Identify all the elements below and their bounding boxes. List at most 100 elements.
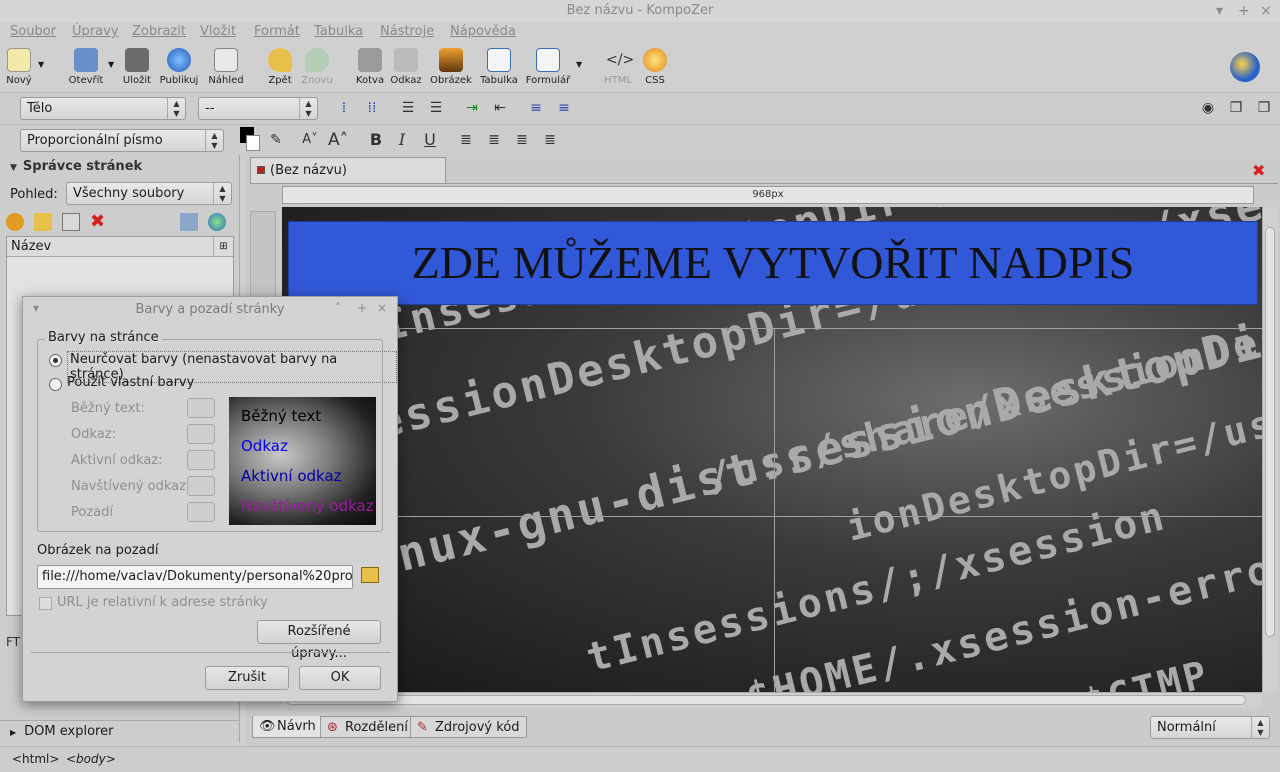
menu-format[interactable]: Formát — [254, 24, 300, 39]
font-larger-icon[interactable]: A˄ — [328, 130, 348, 150]
font-smaller-icon[interactable]: A˅ — [300, 130, 320, 150]
close-tab-icon[interactable]: ✖ — [1252, 161, 1265, 180]
form-dropdown-icon[interactable]: ▼ — [576, 60, 582, 69]
menu-edit[interactable]: Úpravy — [72, 24, 118, 39]
maximize-icon[interactable]: + — [1238, 0, 1250, 22]
vertical-scrollbar[interactable] — [1262, 207, 1278, 692]
highlight-pen-icon[interactable]: ✎ — [266, 130, 286, 150]
background-color-swatch[interactable] — [246, 135, 260, 151]
document-tab[interactable]: (Bez názvu) — [250, 157, 446, 183]
status-body-tag[interactable]: <body> — [66, 747, 116, 771]
menu-table[interactable]: Tabulka — [314, 24, 363, 39]
paragraph-marks-icon[interactable]: ⁞⁞ — [362, 98, 382, 118]
edit-site-icon[interactable] — [62, 213, 80, 231]
link-color-button[interactable] — [187, 424, 215, 444]
menu-view[interactable]: Zobrazit — [132, 24, 186, 39]
radio-custom-label[interactable]: Použít vlastní barvy — [67, 375, 194, 390]
align-horizontal-icon[interactable]: ≡ — [554, 98, 574, 118]
link-chain-icon — [394, 48, 418, 72]
class-select[interactable]: -- ▲ ▼ — [198, 97, 318, 120]
new-icon — [7, 48, 31, 72]
form-button[interactable]: Formulář — [524, 48, 572, 86]
site-manager-header[interactable]: ▼ Správce stránek — [0, 155, 240, 179]
open-dropdown-icon[interactable]: ▼ — [108, 60, 114, 69]
bulleted-list-icon[interactable]: ☰ — [426, 98, 446, 118]
align-vertical-icon[interactable]: ≡ — [526, 98, 546, 118]
font-select[interactable]: Proporcionální písmo ▲ ▼ — [20, 129, 224, 152]
dialog-close-icon[interactable]: × — [377, 301, 387, 315]
dialog-menu-icon[interactable]: ▾ — [33, 301, 39, 315]
normal-text-color-button[interactable] — [187, 398, 215, 418]
publish-button[interactable]: Publikuj — [158, 48, 200, 86]
view-select[interactable]: Všechny soubory ▲ ▼ — [66, 182, 232, 205]
open-button[interactable]: Otevřít — [66, 48, 106, 86]
relative-url-label: URL je relativní k adrese stránky — [57, 595, 268, 610]
align-left-icon[interactable]: ≣ — [456, 130, 476, 150]
blocks-icon[interactable]: ⁞ — [334, 98, 354, 118]
visited-link-color-button[interactable] — [187, 476, 215, 496]
bring-forward-icon[interactable]: ❐ — [1226, 98, 1246, 118]
numbered-list-icon[interactable]: ☰ — [398, 98, 418, 118]
column-picker-icon[interactable]: ⊞ — [213, 237, 233, 256]
status-html-tag[interactable]: <html> — [12, 747, 59, 771]
bg-image-url-input[interactable]: file:///home/vaclav/Dokumenty/personal%2… — [37, 565, 353, 589]
table-button[interactable]: Tabulka — [478, 48, 520, 86]
link-button[interactable]: Odkaz — [390, 48, 422, 86]
undo-button[interactable]: Zpět — [264, 48, 296, 86]
indent-icon[interactable]: ⇥ — [462, 98, 482, 118]
column-header-name[interactable]: Název ⊞ — [7, 237, 233, 257]
relative-url-checkbox[interactable] — [39, 597, 52, 610]
active-link-color-button[interactable] — [187, 450, 215, 470]
minimize-icon[interactable]: ▾ — [1216, 0, 1223, 22]
justify-icon[interactable]: ≣ — [540, 130, 560, 150]
scroll-thumb[interactable] — [286, 695, 1246, 705]
underline-button[interactable]: U — [420, 130, 440, 150]
choose-file-folder-icon[interactable] — [361, 567, 379, 583]
menu-file[interactable]: Soubor — [10, 24, 56, 39]
dialog-maximize-icon[interactable]: + — [357, 301, 367, 315]
page-canvas[interactable]: [tInsessionDesktopDir=/etc sessionDeskto… — [282, 207, 1262, 692]
site-windows-icon[interactable] — [180, 213, 198, 231]
horizontal-scrollbar[interactable] — [282, 692, 1262, 708]
delete-site-icon[interactable]: ✖ — [90, 211, 105, 232]
scroll-thumb[interactable] — [1265, 227, 1275, 637]
anchor-button[interactable]: Kotva — [354, 48, 386, 86]
radio-default-colors[interactable] — [49, 354, 62, 367]
dom-explorer-header[interactable]: ▶ DOM explorer — [0, 720, 240, 742]
menu-insert[interactable]: Vložit — [200, 24, 236, 39]
outdent-icon[interactable]: ⇤ — [490, 98, 510, 118]
new-site-icon[interactable] — [6, 213, 24, 231]
html-button[interactable]: </> HTML — [602, 48, 634, 86]
advanced-edit-button[interactable]: Rozšířené úpravy... — [257, 620, 381, 661]
close-icon[interactable]: × — [1260, 0, 1272, 22]
align-center-icon[interactable]: ≣ — [484, 130, 504, 150]
radio-custom-colors[interactable] — [49, 378, 62, 391]
css-button[interactable]: CSS — [640, 48, 670, 86]
new-folder-icon[interactable] — [34, 213, 52, 231]
send-backward-icon[interactable]: ❐ — [1254, 98, 1274, 118]
redo-button[interactable]: Znovu — [300, 48, 334, 86]
absolute-position-icon[interactable]: ◉ — [1198, 98, 1218, 118]
italic-button[interactable]: I — [392, 130, 412, 150]
ok-button[interactable]: OK — [299, 666, 381, 690]
view-mode-select[interactable]: Normální ▲ ▼ — [1150, 716, 1270, 739]
tab-design[interactable]: 👁 Návrh — [252, 716, 323, 738]
new-button[interactable]: Nový — [4, 48, 34, 86]
tab-split[interactable]: ⊛ Rozdělení — [320, 716, 415, 738]
image-button[interactable]: Obrázek — [430, 48, 472, 86]
bold-button[interactable]: B — [366, 130, 386, 150]
tab-source[interactable]: ✎ Zdrojový kód — [410, 716, 527, 738]
menu-tools[interactable]: Nástroje — [380, 24, 434, 39]
dialog-minimize-icon[interactable]: ˄ — [335, 301, 341, 315]
new-dropdown-icon[interactable]: ▼ — [38, 60, 44, 69]
cancel-button[interactable]: Zrušit — [205, 666, 289, 690]
background-color-button[interactable] — [187, 502, 215, 522]
menu-help[interactable]: Nápověda — [450, 24, 516, 39]
browse-globe-icon[interactable] — [208, 213, 226, 231]
preview-button[interactable]: Náhled — [206, 48, 246, 86]
paragraph-format-select[interactable]: Tělo ▲ ▼ — [20, 97, 186, 120]
save-button[interactable]: Uložit — [120, 48, 154, 86]
align-right-icon[interactable]: ≣ — [512, 130, 532, 150]
page-heading[interactable]: ZDE MŮŽEME VYTVOŘIT NADPIS — [288, 221, 1258, 305]
document-tab-icon — [257, 166, 265, 174]
